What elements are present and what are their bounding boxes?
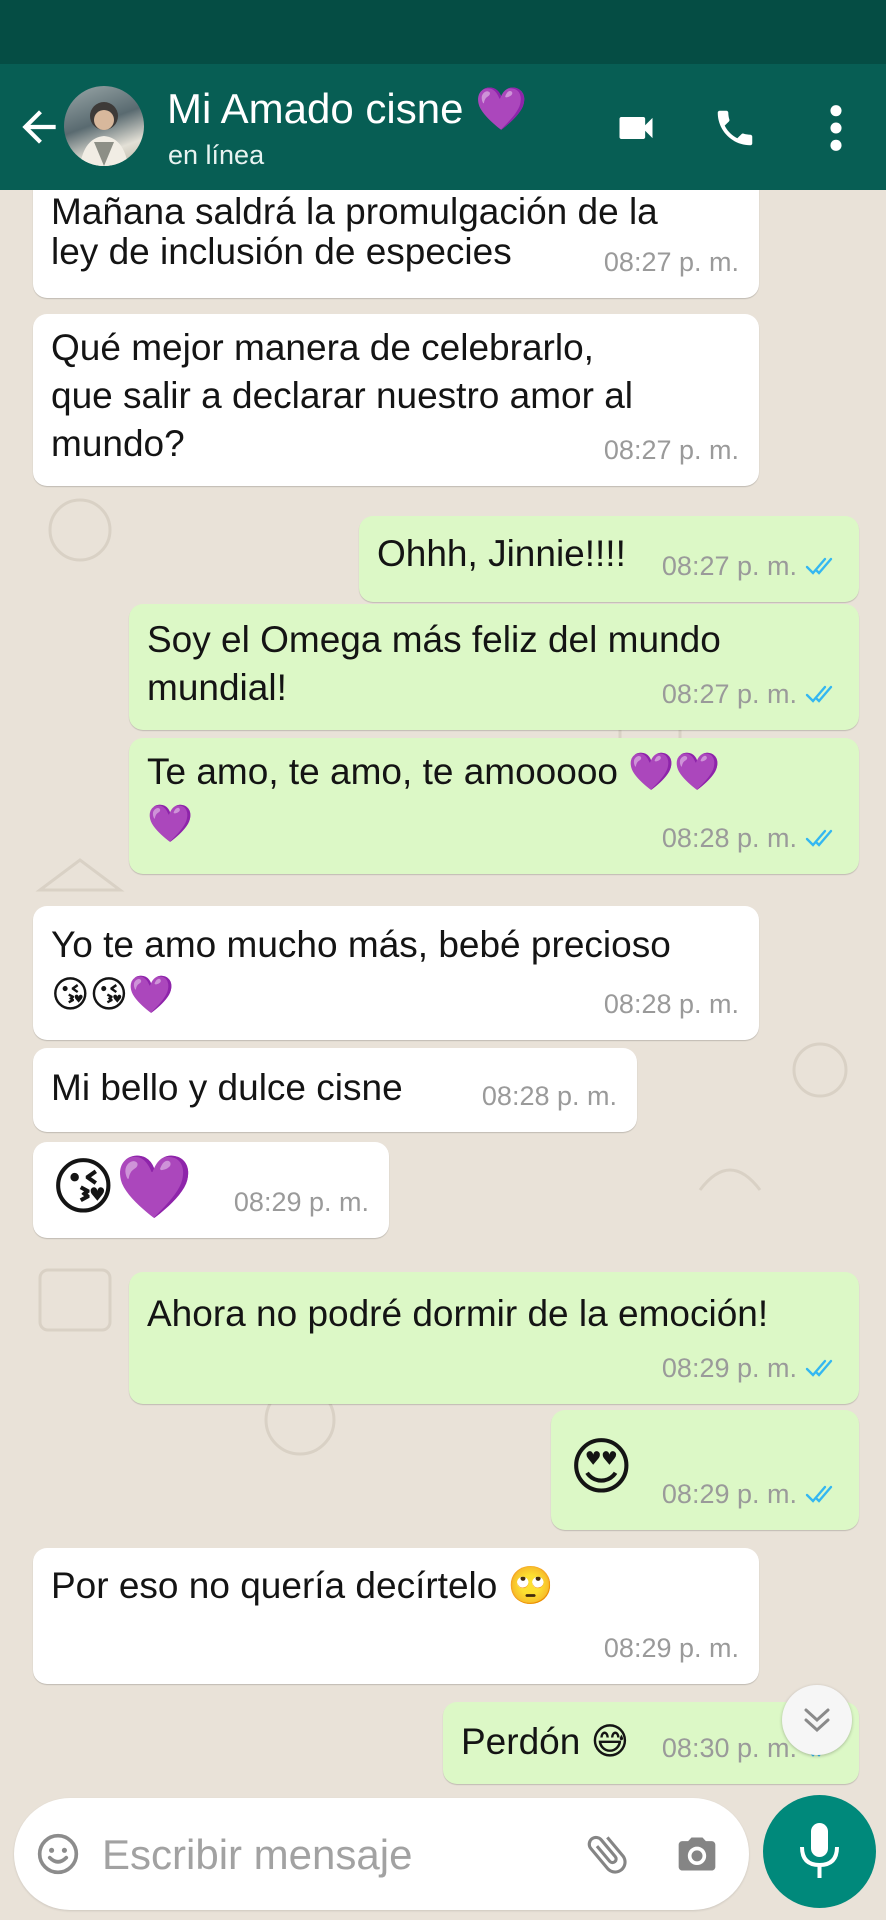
compose-bar: [0, 1790, 886, 1920]
message-text: Por eso no quería decírtelo 🙄: [51, 1565, 554, 1606]
outgoing-message[interactable]: Ohhh, Jinnie!!!! 08:27 p. m.: [359, 516, 859, 602]
message-meta: 08:27 p. m.: [662, 542, 839, 590]
incoming-message[interactable]: Mi bello y dulce cisne 08:28 p. m.: [33, 1048, 637, 1132]
double-check-icon: [805, 1485, 833, 1503]
camera-icon[interactable]: [672, 1832, 722, 1876]
message-meta: 08:28 p. m.: [662, 814, 839, 862]
microphone-icon: [800, 1823, 839, 1878]
message-time: 08:29 p. m.: [233, 1187, 369, 1217]
message-time: 08:27 p. m.: [603, 435, 739, 465]
message-meta: 08:29 p. m.: [662, 1470, 839, 1518]
incoming-message[interactable]: Mañana saldrá la promulgación de la ley …: [33, 190, 759, 298]
double-check-icon: [805, 1359, 833, 1377]
incoming-message[interactable]: Por eso no quería decírtelo 🙄 08:29 p. m.: [33, 1548, 759, 1684]
outgoing-message[interactable]: Soy el Omega más feliz del mundo mundial…: [129, 604, 859, 730]
message-meta: 08:29 p. m.: [662, 1344, 839, 1392]
message-meta: 08:27 p. m.: [662, 670, 839, 718]
outgoing-message[interactable]: Te amo, te amo, te amooooo 💜💜 💜 08:28 p. …: [129, 738, 859, 874]
message-time: 08:27 p. m.: [661, 551, 797, 581]
message-meta: 08:28 p. m.: [482, 1072, 617, 1120]
more-vertical-icon[interactable]: [822, 102, 850, 154]
message-time: 08:29 p. m.: [661, 1353, 797, 1383]
emoji-smiley-icon[interactable]: [36, 1832, 80, 1876]
status-bar: [0, 0, 886, 64]
message-meta: 08:29 p. m.: [604, 1624, 739, 1672]
arrow-left-icon[interactable]: [14, 102, 64, 152]
chat-header: Mi Amado cisne 💜 en línea: [0, 64, 886, 190]
incoming-message[interactable]: 😘💜 08:29 p. m.: [33, 1142, 389, 1238]
message-text: Ahora no podré dormir de la emoción!: [147, 1293, 769, 1334]
paperclip-icon[interactable]: [582, 1828, 632, 1880]
double-check-icon: [805, 685, 833, 703]
avatar-photo-icon: [80, 102, 128, 166]
compose-box: [14, 1798, 749, 1910]
message-meta: 08:28 p. m.: [604, 980, 739, 1028]
message-time: 08:29 p. m.: [603, 1633, 739, 1663]
message-meta: 08:27 p. m.: [604, 426, 739, 474]
contact-status: en línea: [168, 140, 265, 170]
message-time: 08:27 p. m.: [661, 679, 797, 709]
message-time: 08:28 p. m.: [603, 989, 739, 1019]
double-check-icon: [805, 557, 833, 575]
avatar[interactable]: [64, 86, 144, 166]
phone-icon[interactable]: [712, 104, 758, 152]
outgoing-message[interactable]: Ahora no podré dormir de la emoción! 08:2…: [129, 1272, 859, 1404]
chevron-double-down-icon: [804, 1708, 830, 1733]
message-time: 08:27 p. m.: [603, 247, 739, 277]
double-check-icon: [805, 829, 833, 847]
message-time: 08:28 p. m.: [481, 1081, 617, 1111]
contact-name[interactable]: Mi Amado cisne 💜: [167, 84, 527, 134]
message-input[interactable]: [100, 1824, 574, 1886]
video-camera-icon[interactable]: [612, 106, 660, 150]
message-time: 08:29 p. m.: [661, 1479, 797, 1509]
voice-message-button[interactable]: [763, 1795, 876, 1908]
chat-area[interactable]: Mañana saldrá la promulgación de la ley …: [0, 190, 886, 1790]
scroll-to-bottom-button[interactable]: [782, 1685, 852, 1755]
incoming-message[interactable]: Qué mejor manera de celebrarlo, que sali…: [33, 314, 759, 486]
message-meta: 08:27 p. m.: [604, 238, 739, 286]
incoming-message[interactable]: Yo te amo mucho más, bebé precioso 😘😘💜 08…: [33, 906, 759, 1040]
message-meta: 08:29 p. m.: [234, 1178, 369, 1226]
message-time: 08:30 p. m.: [661, 1733, 797, 1763]
message-time: 08:28 p. m.: [661, 823, 797, 853]
outgoing-message[interactable]: 😍 08:29 p. m.: [551, 1410, 859, 1530]
